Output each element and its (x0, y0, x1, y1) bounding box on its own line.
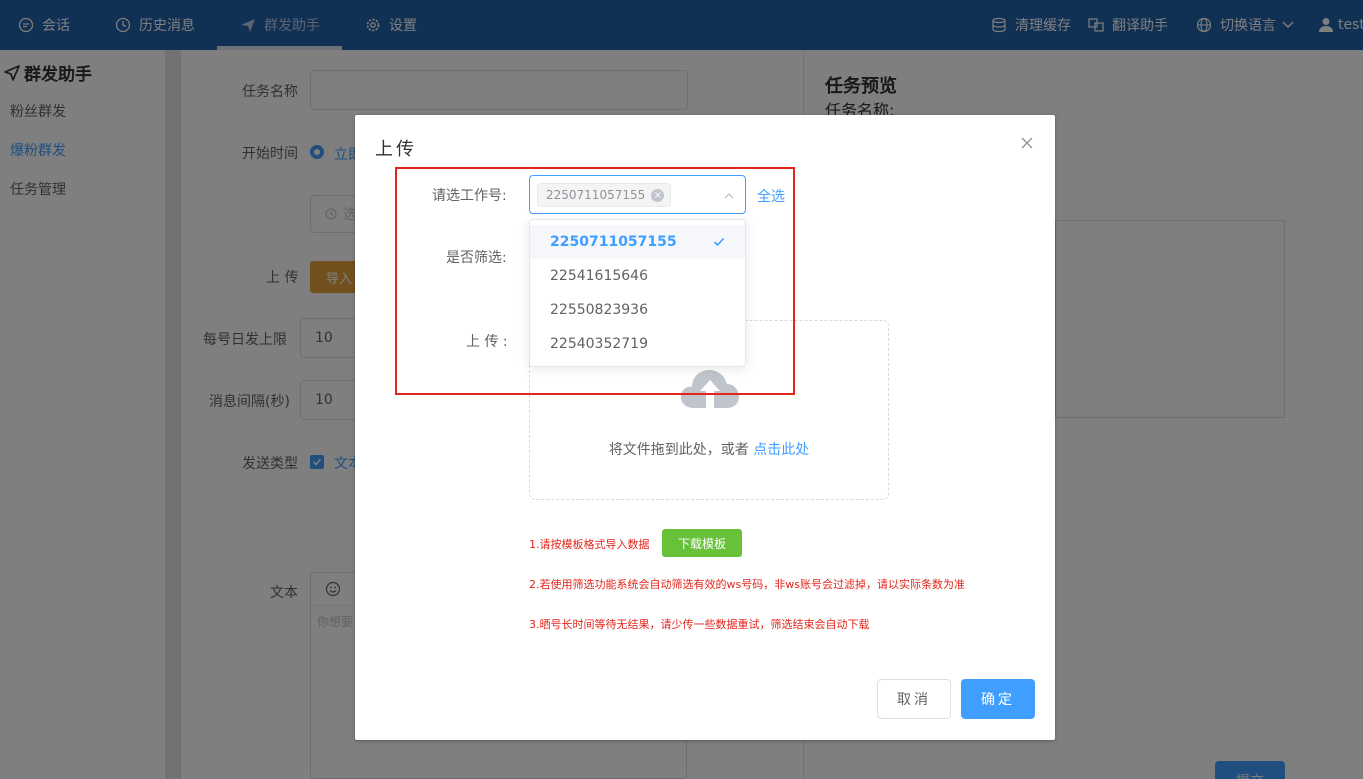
note-2: 2.若使用筛选功能系统会自动筛选有效的ws号码，非ws账号会过滤掉，请以实际条数… (529, 578, 965, 591)
note-1: 1.请按模板格式导入数据 (529, 538, 650, 551)
confirm-button[interactable]: 确定 (961, 679, 1035, 719)
upload-hint: 将文件拖到此处，或者 点击此处 (608, 442, 810, 458)
note-3: 3.晒号长时间等待无结果，请少传一些数据重试，筛选结束会自动下载 (529, 618, 870, 631)
cancel-button[interactable]: 取消 (877, 679, 951, 719)
dialog-title: 上传 (375, 139, 417, 160)
download-template-button[interactable]: 下载模板 (662, 529, 742, 557)
close-icon[interactable] (1017, 133, 1037, 153)
upload-click-link[interactable]: 点击此处 (753, 442, 809, 458)
highlight-box (395, 167, 795, 395)
